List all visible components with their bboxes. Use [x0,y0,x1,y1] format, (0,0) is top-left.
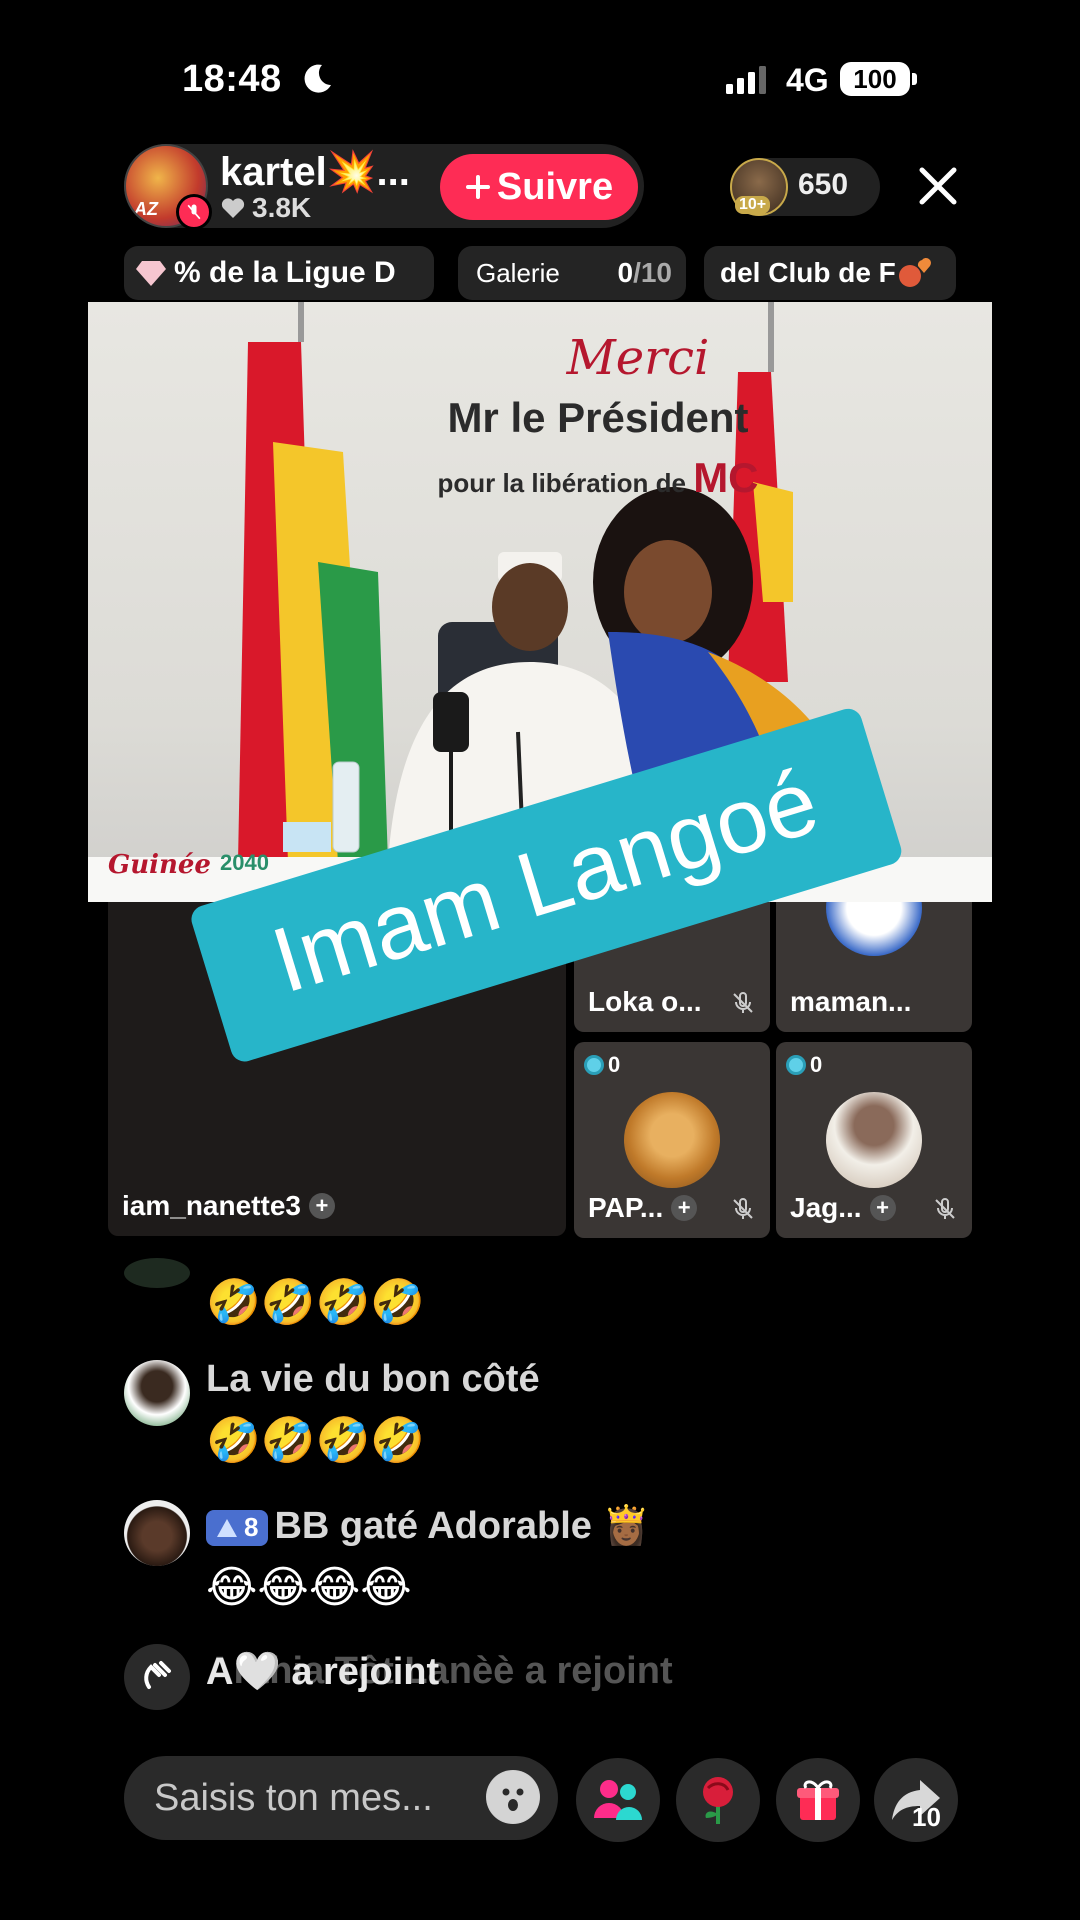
photo-subtitle: pour la libération de MC [437,454,759,501]
host-likes: 3.8K [220,192,311,224]
follow-button[interactable]: Suivre [440,154,638,220]
mic-off-icon [935,1198,955,1219]
rose-gift-button[interactable] [676,1758,760,1842]
share-count: 10 [912,1802,941,1832]
chat-message: 🤣🤣🤣🤣 [206,1416,426,1465]
club-chip[interactable]: del Club de F [704,246,956,300]
viewer-count[interactable]: 650 [798,168,848,202]
guest-avatar [624,1092,720,1188]
heart-icon [221,198,245,218]
guest-label: Loka o... [588,986,702,1017]
level-badge: 8 [206,1509,269,1546]
wave-icon [124,1644,190,1710]
photo-title: Mr le Président [447,394,749,441]
add-guest-icon[interactable]: + [869,1195,896,1221]
viewer-badge: 10+ [735,196,771,214]
guest-score: 0 [786,1052,822,1078]
chat-message: 😂😂😂😂 [206,1563,412,1612]
network-type: 4G [786,62,829,98]
battery-icon: 100 [840,62,910,96]
guest-tile-4[interactable]: 0 Jag... + [776,1042,972,1238]
signal-icon [726,66,766,94]
close-icon[interactable] [914,162,962,210]
diamond-icon [136,261,166,286]
add-guest-icon[interactable]: + [308,1193,335,1219]
plus-icon [465,175,490,199]
gift-icon [797,1780,839,1820]
chat-username[interactable]: 8 BB gaté Adorable 👸🏾 [206,1504,650,1548]
photo-merci: Merci [566,330,710,386]
mic-off-icon [733,992,753,1013]
guest-tile-3[interactable]: 0 PAP... + [574,1042,770,1238]
level-icon [217,1518,237,1537]
mic-muted-icon [176,194,212,230]
host-name[interactable]: kartel💥... [220,148,410,195]
gem-icon [786,1055,806,1075]
league-chip[interactable]: % de la Ligue D [124,246,434,300]
gift-heart-icon [898,258,931,287]
guest-avatar [826,1092,922,1188]
gift-button[interactable] [776,1758,860,1842]
chat-avatar[interactable] [124,1258,190,1288]
chat-avatar[interactable] [124,1360,190,1426]
guest-label: iam_nanette3 + [122,1190,335,1222]
mic-off-icon [733,1198,753,1219]
moon-icon [304,64,331,93]
status-time: 18:48 [182,58,282,100]
multi-guest-icon [594,1780,642,1820]
add-guest-icon[interactable]: + [671,1195,698,1221]
rose-icon [703,1777,733,1824]
chat-avatar[interactable] [124,1500,190,1566]
guest-label: maman... [790,986,912,1017]
photo-logo-2040: 2040 [220,850,269,875]
gallery-chip[interactable]: Galerie 0/10 [458,246,686,300]
guest-label: Jag... + [790,1192,896,1224]
multi-guest-button[interactable] [576,1758,660,1842]
guest-score: 0 [584,1052,620,1078]
chat-message: 🤣🤣🤣🤣 [206,1278,426,1327]
emoji-icon[interactable] [486,1770,540,1824]
gem-icon [584,1055,604,1075]
guest-label: PAP... + [588,1192,698,1224]
gallery-count: 0/10 [617,257,672,288]
chat-username[interactable]: La vie du bon côté [206,1358,540,1401]
join-notice: A🤍 a rejoint [206,1651,440,1693]
gallery-label: Galerie [476,257,560,288]
photo-logo-guinee: Guinée [108,850,211,880]
host-avatar-tag: AZ [134,199,158,219]
battery-tip [912,73,917,85]
